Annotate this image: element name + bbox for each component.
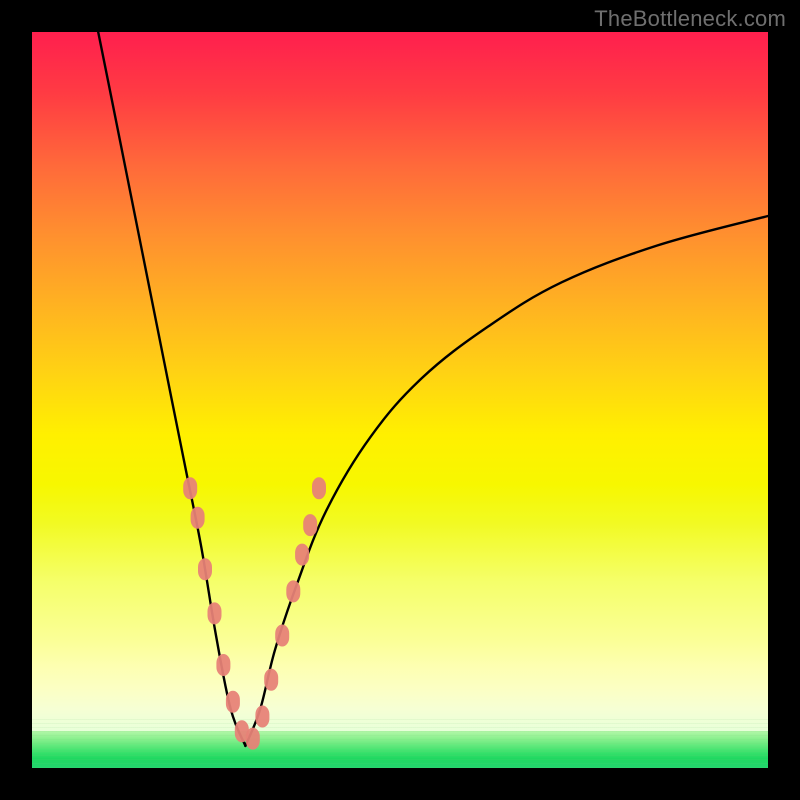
outer-frame: TheBottleneck.com (0, 0, 800, 800)
marker-point (226, 691, 240, 713)
marker-point (295, 544, 309, 566)
watermark-text: TheBottleneck.com (594, 6, 786, 32)
curve-left-branch (98, 32, 245, 746)
marker-point (198, 558, 212, 580)
marker-point (312, 477, 326, 499)
marker-point (216, 654, 230, 676)
marker-point (275, 625, 289, 647)
marker-point (286, 580, 300, 602)
marker-point (208, 602, 222, 624)
highlight-markers (183, 477, 326, 749)
marker-point (191, 507, 205, 529)
curve-layer (32, 32, 768, 768)
plot-area (32, 32, 768, 768)
marker-point (183, 477, 197, 499)
marker-point (255, 706, 269, 728)
marker-point (303, 514, 317, 536)
marker-point (264, 669, 278, 691)
marker-point (246, 728, 260, 750)
